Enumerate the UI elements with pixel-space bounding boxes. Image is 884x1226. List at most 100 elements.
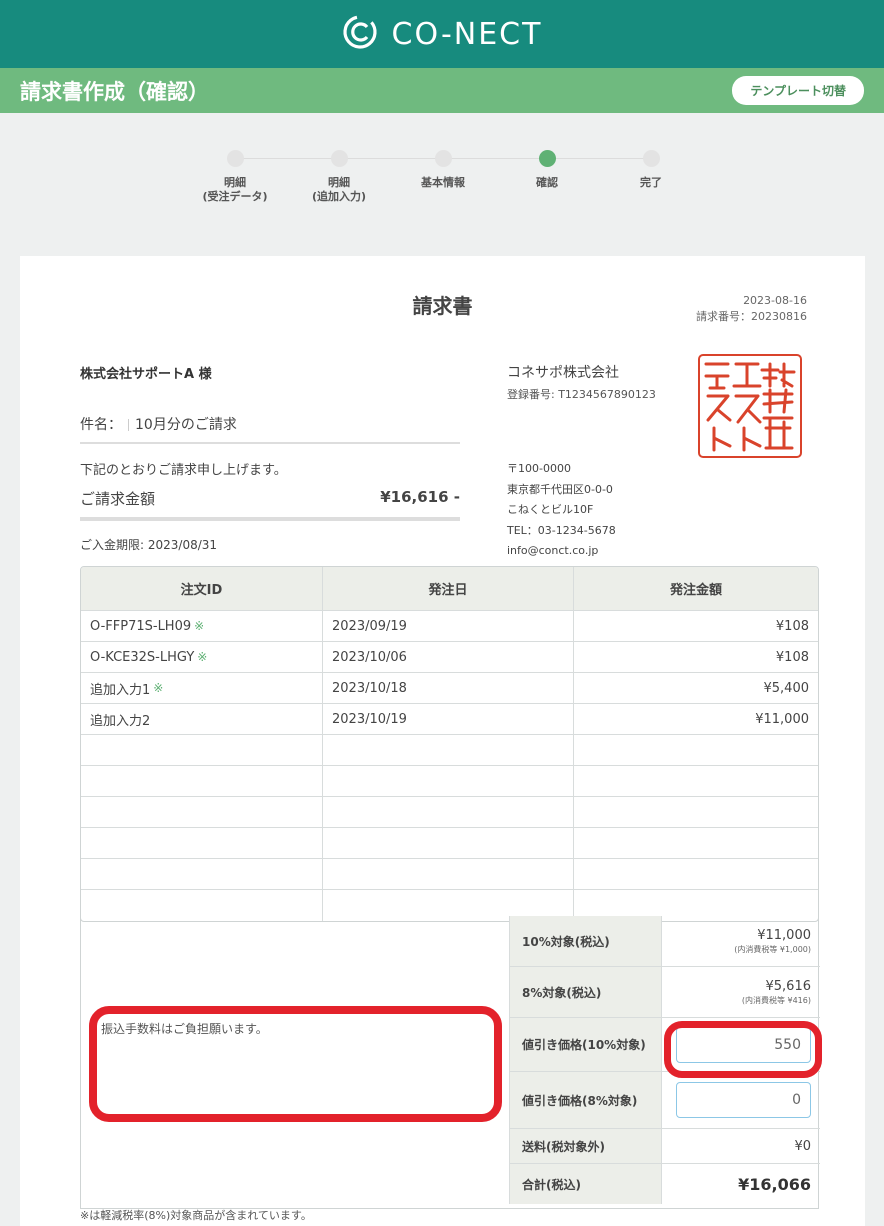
cell-order-id: O-FFP71S-LH09 ※ [81, 611, 323, 641]
table-header-row: 注文ID 発注日 発注金額 [81, 567, 818, 611]
step-detail-orders: 明細 (受注データ) [180, 150, 290, 204]
empty-table-row [81, 735, 818, 766]
issuer-address-line1: 東京都千代田区0-0-0 [507, 482, 613, 496]
billing-amount-value: ¥16,616 - [380, 488, 460, 506]
invoice-date: 2023-08-16 [743, 294, 807, 307]
step-label: 確認 [536, 176, 558, 189]
table-row: 追加入力1 ※ 2023/10/18 ¥5,400 [81, 673, 818, 704]
cell-order-amount: ¥108 [775, 618, 809, 634]
issuer-tel: TEL：03-1234-5678 [507, 523, 616, 537]
step-dot [434, 150, 452, 167]
table-row: O-KCE32S-LHGY ※ 2023/10/06 ¥108 [81, 642, 818, 673]
summary-row-discount8: 値引き価格(8%対象) 0 [509, 1072, 820, 1129]
empty-table-row [81, 859, 818, 890]
shipping-value: ¥0 [794, 1138, 811, 1154]
cell-order-amount: ¥5,400 [763, 680, 810, 696]
issuer-address: 〒100-0000 東京都千代田区0-0-0 こねくとビル10F TEL：03-… [507, 459, 616, 562]
top-header: CO-NECT [0, 0, 884, 68]
cell-order-id: 追加入力2 [81, 704, 323, 734]
cell-order-amount: ¥11,000 [755, 711, 809, 727]
progress-stepper: 明細 (受注データ) 明細 (追加入力) 基本情報 確認 完了 [180, 150, 700, 210]
cell-order-id: O-KCE32S-LHGY ※ [81, 642, 323, 672]
reduced-tax-mark: ※ [197, 650, 208, 664]
cell-order-date: 2023/10/06 [323, 642, 574, 672]
seal-stamp-icon [704, 362, 796, 452]
discount8-input[interactable]: 0 [676, 1082, 811, 1118]
tax10-value-cell: ¥11,000 (内消費税等 ¥1,000) [662, 916, 820, 966]
subject-value: 10月分のご請求 [135, 417, 237, 433]
header-order-id: 注文ID [81, 567, 323, 610]
cell-order-date: 2023/10/19 [323, 704, 574, 734]
empty-table-row [81, 766, 818, 797]
discount-highlight-annotation [664, 1021, 822, 1078]
discount10-label: 値引き価格(10%対象) [509, 1018, 662, 1071]
issuer-email: info@conct.co.jp [507, 544, 599, 557]
summary-row-tax8: 8%対象(税込) ¥5,616 (内消費税等 ¥416) [509, 967, 820, 1018]
invoice-number: 請求番号：20230816 [696, 310, 807, 323]
memo-highlight-annotation [89, 1006, 502, 1122]
total-value: ¥16,066 [738, 1174, 811, 1194]
title-bar: 請求書作成（確認） テンプレート切替 [0, 68, 884, 113]
tax8-label: 8%対象(税込) [509, 967, 662, 1017]
step-basic-info: 基本情報 [388, 150, 498, 190]
issuer-postal: 〒100-0000 [507, 462, 571, 475]
billing-amount-row: ご請求金額 ¥16,616 - [80, 488, 460, 521]
reduced-tax-footnote: ※は軽減税率(8%)対象商品が含まれています。 [80, 1209, 312, 1222]
tax10-label: 10%対象(税込) [509, 916, 662, 966]
total-label: 合計(税込) [509, 1164, 662, 1204]
customer-name: 株式会社サポートA 様 [80, 367, 212, 382]
header-order-date: 発注日 [323, 567, 574, 610]
shipping-label: 送料(税対象外) [509, 1129, 662, 1163]
invoice-date-block: 2023-08-16 請求番号：20230816 [696, 293, 807, 325]
step-dot-active [538, 150, 556, 167]
subject-separator [128, 419, 129, 431]
subject-label: 件名： [80, 417, 122, 433]
payment-deadline: ご入金期限: 2023/08/31 [80, 538, 218, 552]
template-switch-button[interactable]: テンプレート切替 [732, 76, 864, 105]
issuer-registration-number: 登録番号: T1234567890123 [507, 388, 656, 401]
reduced-tax-mark: ※ [194, 619, 205, 633]
cell-order-id: 追加入力1 ※ [81, 673, 323, 703]
cell-order-date: 2023/10/18 [323, 673, 574, 703]
table-row: O-FFP71S-LH09 ※ 2023/09/19 ¥108 [81, 611, 818, 642]
empty-table-row [81, 797, 818, 828]
step-dot [226, 150, 244, 167]
order-table: 注文ID 発注日 発注金額 O-FFP71S-LH09 ※ 2023/09/19 … [80, 566, 819, 922]
tax8-note: (内消費税等 ¥416) [741, 995, 811, 1005]
issuer-block: コネサポ株式会社 登録番号: T1234567890123 [507, 362, 656, 402]
billing-amount-label: ご請求金額 [80, 490, 156, 508]
issuer-address-line2: こねくとビル10F [507, 503, 594, 516]
intro-text: 下記のとおりご請求申し上げます。 [80, 463, 287, 478]
tax10-note: (内消費税等 ¥1,000) [734, 944, 811, 954]
step-detail-additional: 明細 (追加入力) [284, 150, 394, 204]
page-title: 請求書作成（確認） [20, 79, 209, 104]
app-logo[interactable]: CO-NECT [342, 14, 543, 54]
step-dot [330, 150, 348, 167]
header-order-amount: 発注金額 [669, 583, 722, 598]
cell-order-date: 2023/09/19 [323, 611, 574, 641]
step-label: 明細 (受注データ) [202, 176, 268, 203]
summary-row-tax10: 10%対象(税込) ¥11,000 (内消費税等 ¥1,000) [509, 916, 820, 967]
company-seal [698, 354, 802, 458]
logo-text: CO-NECT [391, 16, 543, 52]
step-label: 完了 [640, 176, 662, 189]
tax8-value-cell: ¥5,616 (内消費税等 ¥416) [662, 967, 820, 1017]
conect-logo-icon [342, 14, 378, 54]
issuer-name: コネサポ株式会社 [507, 365, 619, 381]
step-complete: 完了 [596, 150, 706, 190]
summary-row-total: 合計(税込) ¥16,066 [509, 1164, 820, 1204]
tax8-value: ¥5,616 [765, 978, 812, 994]
subject-line: 件名： 10月分のご請求 [80, 414, 460, 444]
step-label: 基本情報 [421, 176, 465, 189]
discount8-label: 値引き価格(8%対象) [509, 1072, 662, 1128]
summary-row-shipping: 送料(税対象外) ¥0 [509, 1129, 820, 1164]
cell-order-amount: ¥108 [775, 649, 809, 665]
step-dot [642, 150, 660, 167]
step-label: 明細 (追加入力) [311, 176, 367, 203]
empty-table-row [81, 828, 818, 859]
reduced-tax-mark: ※ [153, 681, 164, 695]
step-confirm: 確認 [492, 150, 602, 190]
discount8-cell: 0 [662, 1072, 820, 1128]
tax10-value: ¥11,000 [757, 927, 811, 943]
table-row: 追加入力2 2023/10/19 ¥11,000 [81, 704, 818, 735]
